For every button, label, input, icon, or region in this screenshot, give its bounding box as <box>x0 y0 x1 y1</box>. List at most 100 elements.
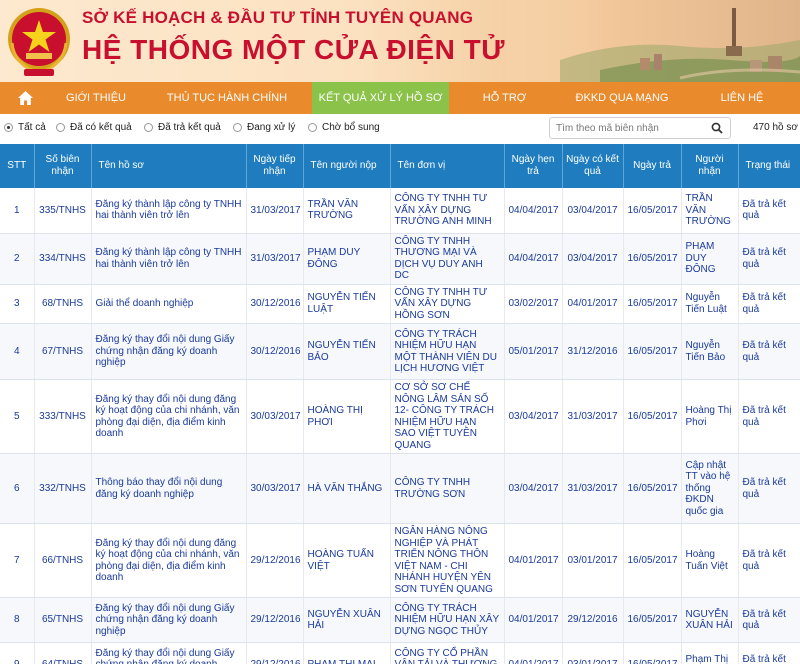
cell-due-date: 04/01/2017 <box>504 642 563 664</box>
cell-status: Đã trả kết quả <box>738 597 800 643</box>
filter-option-awaiting-supplement[interactable]: Chờ bổ sung <box>308 122 380 133</box>
cell-result-date: 03/01/2017 <box>562 523 624 598</box>
cell-return-date: 16/05/2017 <box>623 379 682 454</box>
cell-status: Đã trả kết quả <box>738 323 800 380</box>
system-title: HỆ THỐNG MỘT CỬA ĐIỆN TỬ <box>82 34 505 65</box>
cell-dossier-name: Giải thể doanh nghiệp <box>91 284 247 324</box>
table-row[interactable]: 4 67/TNHS Đăng ký thay đổi nội dung Giấy… <box>0 323 800 380</box>
nav-item-gioi-thieu[interactable]: GIỚI THIỆU <box>50 82 142 114</box>
cell-submitter: HÀ VĂN THẮNG <box>303 453 391 524</box>
cell-result-date: 04/01/2017 <box>562 284 624 324</box>
city-landscape-banner <box>500 0 800 82</box>
cell-recipient: Cập nhật TT vào hệ thống ĐKDN quốc gia <box>681 453 739 524</box>
cell-organization: NGÂN HÀNG NÔNG NGHIỆP VÀ PHÁT TRIỂN NÔNG… <box>390 523 505 598</box>
cell-return-date: 16/05/2017 <box>623 453 682 524</box>
cell-receipt-number: 335/TNHS <box>34 188 92 234</box>
cell-submitter: PHẠM THỊ MAI <box>303 642 391 664</box>
cell-return-date: 16/05/2017 <box>623 323 682 380</box>
cell-recipient: TRẦN VĂN TRƯỜNG <box>681 188 739 234</box>
filter-option-processing[interactable]: Đang xử lý <box>233 122 295 133</box>
radio-selected-icon <box>4 123 13 132</box>
cell-receipt-number: 333/TNHS <box>34 379 92 454</box>
cell-submitter: TRẦN VĂN TRƯỜNG <box>303 188 391 234</box>
table-row[interactable]: 9 64/TNHS Đăng ký thay đổi nội dung Giấy… <box>0 642 800 664</box>
cell-due-date: 03/04/2017 <box>504 453 563 524</box>
cell-submitter: HOÀNG THỊ PHƠI <box>303 379 391 454</box>
filter-option-label: Đã có kết quả <box>70 122 132 133</box>
cell-result-date: 03/04/2017 <box>562 233 624 285</box>
nav-item-thu-tuc-hanh-chinh[interactable]: THỦ TỤC HÀNH CHÍNH <box>142 82 312 114</box>
cell-organization: CÔNG TY TNHH TRƯỜNG SƠN <box>390 453 505 524</box>
cell-submitter: NGUYỄN TIẾN LUẬT <box>303 284 391 324</box>
cell-dossier-name: Đăng ký thành lập công ty TNHH hai thành… <box>91 233 247 285</box>
column-header-result-date: Ngày có kết quả <box>562 144 624 188</box>
cell-stt: 2 <box>0 233 35 285</box>
cell-received-date: 31/03/2017 <box>246 233 304 285</box>
radio-icon <box>56 123 65 132</box>
cell-received-date: 31/03/2017 <box>246 188 304 234</box>
nav-item-ho-tro[interactable]: HỖ TRỢ <box>449 82 560 114</box>
cell-dossier-name: Đăng ký thay đổi nội dung Giấy chứng nhậ… <box>91 642 247 664</box>
table-row[interactable]: 7 66/TNHS Đăng ký thay đổi nội dung đăng… <box>0 523 800 598</box>
cell-recipient: Hoàng Thị Phơi <box>681 379 739 454</box>
table-row[interactable]: 8 65/TNHS Đăng ký thay đổi nội dung Giấy… <box>0 597 800 643</box>
cell-status: Đã trả kết quả <box>738 233 800 285</box>
cell-organization: CÔNG TY TRÁCH NHIỆM HỮU HẠN XÂY DỰNG NGỌ… <box>390 597 505 643</box>
column-header-organization: Tên đơn vị <box>390 144 505 188</box>
nav-home[interactable] <box>0 82 50 114</box>
cell-organization: CÔNG TY TNHH TƯ VẤN XÂY DỰNG TRƯỜNG ANH … <box>390 188 505 234</box>
national-emblem-logo <box>8 8 70 76</box>
column-header-due-date: Ngày hẹn trả <box>504 144 563 188</box>
cell-return-date: 16/05/2017 <box>623 284 682 324</box>
radio-icon <box>144 123 153 132</box>
filter-option-has-result[interactable]: Đã có kết quả <box>56 122 132 133</box>
cell-status: Đã trả kết quả <box>738 284 800 324</box>
cell-status: Đã trả kết quả <box>738 188 800 234</box>
nav-item-ket-qua-xu-ly-ho-so[interactable]: KẾT QUẢ XỬ LÝ HỒ SƠ <box>312 82 449 114</box>
filter-option-all[interactable]: Tất cả <box>4 122 46 133</box>
table-row[interactable]: 5 333/TNHS Đăng ký thay đổi nội dung đăn… <box>0 379 800 454</box>
column-header-received-date: Ngày tiếp nhận <box>246 144 304 188</box>
cell-receipt-number: 334/TNHS <box>34 233 92 285</box>
cell-due-date: 03/04/2017 <box>504 379 563 454</box>
cell-organization: CÔNG TY TNHH THƯƠNG MẠI VÀ DỊCH VỤ DUY A… <box>390 233 505 285</box>
cell-recipient: PHẠM DUY ĐÔNG <box>681 233 739 285</box>
cell-result-date: 29/12/2016 <box>562 597 624 643</box>
cell-stt: 4 <box>0 323 35 380</box>
cell-status: Đã trả kết quả <box>738 379 800 454</box>
cell-received-date: 30/03/2017 <box>246 453 304 524</box>
table-header-row: STT Số biên nhận Tên hồ sơ Ngày tiếp nhậ… <box>0 144 800 188</box>
cell-due-date: 03/02/2017 <box>504 284 563 324</box>
cell-submitter: HOÀNG TUẤN VIỆT <box>303 523 391 598</box>
cell-result-date: 03/01/2017 <box>562 642 624 664</box>
radio-icon <box>308 123 317 132</box>
main-nav: GIỚI THIỆU THỦ TỤC HÀNH CHÍNH KẾT QUẢ XỬ… <box>0 82 800 114</box>
table-row[interactable]: 6 332/TNHS Thông báo thay đổi nội dung đ… <box>0 453 800 524</box>
column-header-status: Trạng thái <box>738 144 800 188</box>
cell-dossier-name: Thông báo thay đổi nội dung đăng ký doan… <box>91 453 247 524</box>
receipt-search-input[interactable] <box>556 121 706 136</box>
column-header-dossier-name: Tên hồ sơ <box>91 144 247 188</box>
search-icon[interactable] <box>711 122 723 134</box>
cell-return-date: 16/05/2017 <box>623 188 682 234</box>
cell-due-date: 05/01/2017 <box>504 323 563 380</box>
table-row[interactable]: 1 335/TNHS Đăng ký thành lập công ty TNH… <box>0 188 800 234</box>
site-header: SỞ KẾ HOẠCH & ĐẦU TƯ TỈNH TUYÊN QUANG HỆ… <box>0 0 800 82</box>
table-row[interactable]: 2 334/TNHS Đăng ký thành lập công ty TNH… <box>0 233 800 285</box>
column-header-receipt-number: Số biên nhận <box>34 144 92 188</box>
cell-return-date: 16/05/2017 <box>623 597 682 643</box>
cell-receipt-number: 66/TNHS <box>34 523 92 598</box>
cell-status: Đã trả kết quả <box>738 523 800 598</box>
radio-icon <box>233 123 242 132</box>
nav-item-lien-he[interactable]: LIÊN HỆ <box>684 82 800 114</box>
cell-dossier-name: Đăng ký thay đổi nội dung đăng ký hoạt đ… <box>91 379 247 454</box>
column-header-return-date: Ngày trả <box>623 144 682 188</box>
cell-organization: CÔNG TY TNHH TƯ VẤN XÂY DỰNG HỒNG SƠN <box>390 284 505 324</box>
home-icon <box>17 91 33 105</box>
nav-item-dkkd-qua-mang[interactable]: ĐKKD QUA MẠNG <box>560 82 684 114</box>
table-row[interactable]: 3 68/TNHS Giải thể doanh nghiệp 30/12/20… <box>0 284 800 324</box>
cell-stt: 5 <box>0 379 35 454</box>
table-body: 1 335/TNHS Đăng ký thành lập công ty TNH… <box>0 188 800 664</box>
filter-option-returned[interactable]: Đã trả kết quả <box>144 122 221 133</box>
organization-name: SỞ KẾ HOẠCH & ĐẦU TƯ TỈNH TUYÊN QUANG <box>82 8 474 27</box>
